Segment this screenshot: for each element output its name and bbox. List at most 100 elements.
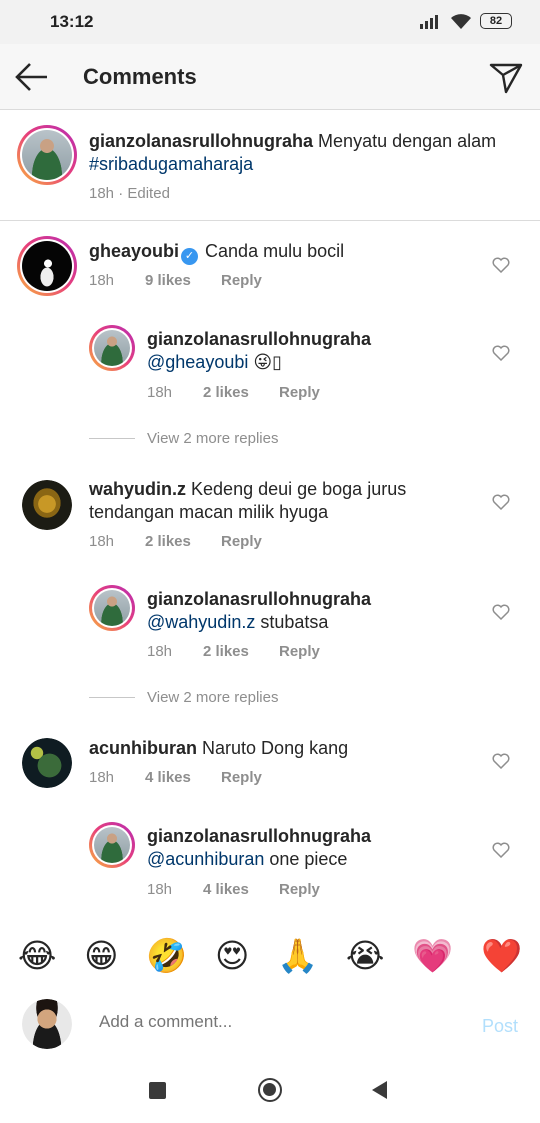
reply-text: gianzolanasrullohnugraha @wahyudin.z stu… xyxy=(147,588,477,634)
heart-icon[interactable] xyxy=(492,753,510,769)
back-triangle-icon[interactable] xyxy=(372,1081,387,1099)
back-button[interactable] xyxy=(14,60,50,94)
reply-button[interactable]: Reply xyxy=(221,533,262,550)
status-icons: 82 xyxy=(420,12,512,30)
heart-icon[interactable] xyxy=(492,494,510,510)
status-time: 13:12 xyxy=(50,12,94,31)
reply-username[interactable]: gianzolanasrullohnugraha xyxy=(147,826,371,846)
reply-body: one piece xyxy=(269,849,348,869)
reply-likes[interactable]: 2 likes xyxy=(203,643,279,660)
emoji-grin[interactable]: 😁 xyxy=(84,936,118,976)
avatar[interactable] xyxy=(22,480,72,530)
comment-composer: Post xyxy=(0,994,540,1054)
avatar[interactable] xyxy=(22,738,72,788)
comment-time: 18h xyxy=(89,769,115,786)
reply-text: gianzolanasrullohnugraha @acunhiburan on… xyxy=(147,825,477,871)
comment-username[interactable]: gheayoubi xyxy=(89,241,179,261)
reply-meta: 18h 2 likes Reply xyxy=(147,384,320,401)
avatar xyxy=(22,999,72,1049)
comment-meta: 18h 2 likes Reply xyxy=(89,533,262,550)
reply-mention[interactable]: @gheayoubi xyxy=(147,352,248,372)
arrow-left-icon xyxy=(15,63,47,91)
comment-text: gheayoubi ✓ Canda mulu bocil xyxy=(89,240,479,265)
comment-meta: 18h 4 likes Reply xyxy=(89,769,262,786)
reply-meta: 18h 2 likes Reply xyxy=(147,643,320,660)
heart-icon[interactable] xyxy=(492,842,510,858)
reply-body: 😜▯ xyxy=(253,352,283,372)
divider xyxy=(0,220,540,221)
reply-mention[interactable]: @wahyudin.z xyxy=(147,612,255,632)
emoji-bar: 😂 😁 🤣 😍 🙏 😭 💗 ❤️ xyxy=(0,926,540,986)
comment-body: Naruto Dong kang xyxy=(202,738,349,758)
caption-meta: 18h · Edited xyxy=(89,185,170,202)
caption-text: gianzolanasrullohnugraha Menyatu dengan … xyxy=(89,130,509,176)
more-replies-line xyxy=(89,438,135,439)
reply-meta: 18h 4 likes Reply xyxy=(147,881,320,898)
comment-username[interactable]: wahyudin.z xyxy=(89,479,186,499)
caption-body: Menyatu dengan alam xyxy=(318,131,497,151)
comment-likes[interactable]: 9 likes xyxy=(145,272,221,289)
avatar[interactable] xyxy=(17,125,77,185)
comment-likes[interactable]: 2 likes xyxy=(145,533,221,550)
comment-likes[interactable]: 4 likes xyxy=(145,769,221,786)
reply-button[interactable]: Reply xyxy=(221,272,262,289)
emoji-crying[interactable]: 😭 xyxy=(346,936,385,976)
avatar[interactable] xyxy=(17,236,77,296)
status-bar: 13:12 82 xyxy=(0,0,540,44)
heart-icon[interactable] xyxy=(492,604,510,620)
comment-text: wahyudin.z Kedeng deui ge boga jurus ten… xyxy=(89,478,469,524)
reply-likes[interactable]: 4 likes xyxy=(203,881,279,898)
comment-body: Canda mulu bocil xyxy=(205,241,345,261)
signal-icon xyxy=(420,13,442,29)
comment-username[interactable]: acunhiburan xyxy=(89,738,197,758)
reply-mention[interactable]: @acunhiburan xyxy=(147,849,264,869)
reply-likes[interactable]: 2 likes xyxy=(203,384,279,401)
emoji-rofl[interactable]: 🤣 xyxy=(146,936,187,976)
reply-username[interactable]: gianzolanasrullohnugraha xyxy=(147,589,371,609)
avatar[interactable] xyxy=(89,325,135,371)
reply-button[interactable]: Reply xyxy=(279,643,320,660)
page-title: Comments xyxy=(83,64,197,89)
reply-time: 18h xyxy=(147,384,173,401)
reply-body: stubatsa xyxy=(260,612,329,632)
battery-icon: 82 xyxy=(480,13,512,29)
reply-username[interactable]: gianzolanasrullohnugraha xyxy=(147,329,371,349)
reply-time: 18h xyxy=(147,643,173,660)
emoji-growing-heart[interactable]: 💗 xyxy=(412,936,453,976)
meta-dot: · xyxy=(114,185,128,202)
comment-meta: 18h 9 likes Reply xyxy=(89,272,262,289)
send-button[interactable] xyxy=(488,59,524,95)
comment-time: 18h xyxy=(89,533,115,550)
comment-input[interactable] xyxy=(99,1012,439,1032)
avatar[interactable] xyxy=(89,822,135,868)
heart-icon[interactable] xyxy=(492,345,510,361)
reply-button[interactable]: Reply xyxy=(279,384,320,401)
recents-icon[interactable] xyxy=(149,1082,166,1099)
more-replies-line xyxy=(89,697,135,698)
emoji-folded-hands[interactable]: 🙏 xyxy=(277,936,318,976)
paper-plane-icon xyxy=(489,63,523,94)
more-replies-label: View 2 more replies xyxy=(147,689,279,706)
app-bar: Comments xyxy=(0,44,540,110)
view-more-replies[interactable]: View 2 more replies xyxy=(89,689,278,706)
emoji-tears-of-joy[interactable]: 😂 xyxy=(18,936,57,976)
reply-button[interactable]: Reply xyxy=(221,769,262,786)
reply-button[interactable]: Reply xyxy=(279,881,320,898)
wifi-icon xyxy=(451,14,471,29)
view-more-replies[interactable]: View 2 more replies xyxy=(89,430,278,447)
more-replies-label: View 2 more replies xyxy=(147,430,279,447)
verified-badge-icon: ✓ xyxy=(181,248,199,265)
home-icon[interactable] xyxy=(258,1078,282,1102)
caption-hashtag[interactable]: #sribadugamaharaja xyxy=(89,154,253,174)
reply-time: 18h xyxy=(147,881,173,898)
comment-time: 18h xyxy=(89,272,115,289)
avatar[interactable] xyxy=(89,585,135,631)
caption-time: 18h xyxy=(89,185,115,202)
post-button[interactable]: Post xyxy=(482,1016,518,1037)
reply-text: gianzolanasrullohnugraha @gheayoubi 😜▯ xyxy=(147,328,477,374)
heart-icon[interactable] xyxy=(492,257,510,273)
emoji-red-heart[interactable]: ❤️ xyxy=(481,936,522,976)
caption-username[interactable]: gianzolanasrullohnugraha xyxy=(89,131,313,151)
system-nav-bar xyxy=(0,1062,540,1123)
emoji-heart-eyes[interactable]: 😍 xyxy=(215,936,249,976)
